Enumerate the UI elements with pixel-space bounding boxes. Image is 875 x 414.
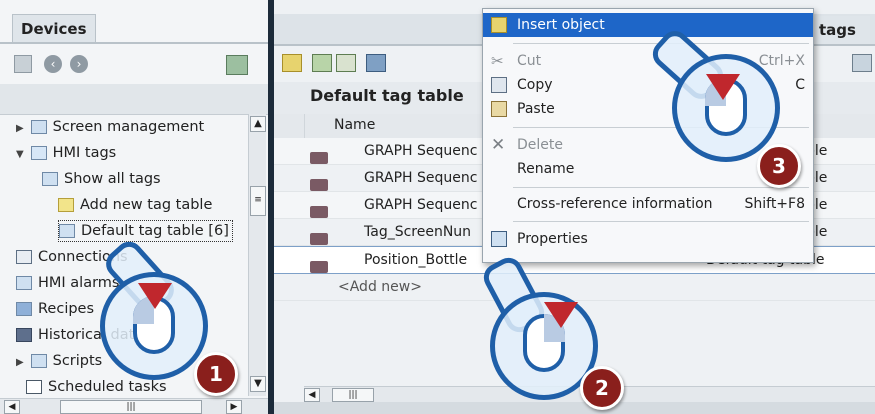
devices-tab[interactable]: Devices [12, 14, 96, 42]
h-scroll-thumb[interactable]: ||| [332, 388, 374, 402]
tree-item-default-tag-table[interactable]: Default tag table [6] [0, 218, 248, 244]
tag-name-cell[interactable]: GRAPH Sequenc [364, 138, 477, 164]
scroll-right-arrow-icon[interactable]: ▶ [226, 400, 242, 414]
menu-shortcut: Ctrl+X [758, 53, 805, 69]
scroll-up-arrow-icon[interactable]: ▲ [250, 116, 266, 132]
tree-item-hmi-tags[interactable]: ▼ HMI tags [0, 140, 248, 166]
tree-vertical-scrollbar[interactable]: ▲ ≡ ▼ [248, 114, 266, 396]
menu-item-properties[interactable]: Properties [483, 227, 813, 251]
tree-item-add-new-tag-table[interactable]: Add new tag table [0, 192, 248, 218]
recipes-icon [16, 302, 32, 316]
collapse-arrow-icon[interactable]: ▼ [16, 142, 26, 168]
table-title: Default tag table [310, 86, 464, 105]
connections-icon [16, 250, 32, 264]
menu-shortcut: C [795, 77, 805, 93]
menu-separator [513, 187, 809, 188]
tree-label: Show all tags [64, 171, 161, 187]
tree-label: Add new tag table [80, 197, 213, 213]
view-options-icon[interactable] [852, 54, 872, 72]
menu-label: Cut [517, 53, 542, 69]
tree-item-show-all-tags[interactable]: Show all tags [0, 166, 248, 192]
h-scroll-thumb[interactable]: ||| [60, 400, 202, 414]
insert-object-icon [491, 17, 507, 33]
menu-item-insert-object[interactable]: Insert object [483, 13, 813, 37]
insert-row-icon[interactable] [312, 54, 332, 72]
details-bar [274, 402, 875, 414]
scroll-down-arrow-icon[interactable]: ▼ [250, 376, 266, 392]
click-arrow-icon [138, 283, 172, 309]
screen-management-icon [30, 120, 47, 134]
historical-data-icon [16, 328, 32, 342]
new-item-icon[interactable] [14, 55, 32, 73]
tree-label: HMI tags [52, 145, 117, 161]
scissors-icon: ✂ [491, 52, 504, 70]
scheduled-tasks-icon [26, 380, 42, 394]
toolbar-strip [0, 84, 268, 115]
tag-table-icon [59, 224, 75, 238]
scroll-left-arrow-icon[interactable]: ◀ [4, 400, 20, 414]
menu-label: Insert object [517, 17, 605, 33]
menu-label: Paste [517, 101, 555, 117]
tag-name-cell[interactable]: GRAPH Sequenc [364, 192, 477, 218]
show-all-tags-icon [42, 172, 58, 186]
menu-label: Copy [517, 77, 553, 93]
tree-label: Recipes [38, 301, 95, 317]
hmi-alarms-icon [16, 276, 32, 290]
menu-label: Delete [517, 137, 563, 153]
copy-icon [491, 77, 507, 93]
step-badge: 3 [757, 144, 801, 188]
expand-arrow-icon[interactable]: ▶ [16, 116, 26, 142]
tree-item-screen-management[interactable]: ▶ Screen management [0, 114, 248, 140]
export-icon[interactable] [226, 55, 248, 75]
scroll-left-arrow-icon[interactable]: ◀ [304, 388, 320, 402]
tag-name-cell[interactable]: GRAPH Sequenc [364, 165, 477, 191]
paste-icon [491, 101, 507, 117]
forward-icon[interactable]: › [70, 55, 88, 73]
menu-item-cross-reference[interactable]: Cross-reference information Shift+F8 [483, 192, 813, 216]
tree-label: Scripts [52, 353, 103, 369]
delete-x-icon: ✕ [491, 135, 506, 155]
tree-label: HMI alarms [38, 275, 120, 291]
add-object-icon[interactable] [282, 54, 302, 72]
add-new-cell[interactable]: <Add new> [338, 274, 422, 300]
menu-label: Rename [517, 161, 575, 177]
menu-shortcut: Shift+F8 [744, 196, 805, 212]
tree-label: Screen management [52, 119, 205, 135]
click-arrow-icon [706, 74, 740, 100]
tag-name-cell[interactable]: Position_Bottle [364, 247, 467, 273]
tab-divider [0, 42, 268, 44]
expand-arrow-icon[interactable]: ▶ [16, 350, 26, 376]
tree-horizontal-scrollbar[interactable]: ◀ ||| ▶ [0, 398, 268, 414]
hmi-tags-folder-icon [30, 146, 47, 160]
column-name-header[interactable]: Name [334, 117, 375, 133]
scroll-thumb[interactable]: ≡ [250, 186, 266, 216]
step-badge: 2 [580, 366, 624, 410]
add-tag-table-icon [58, 198, 74, 212]
tag-name-cell[interactable]: Tag_ScreenNun [364, 219, 471, 245]
step-badge: 1 [194, 352, 238, 396]
properties-icon [491, 231, 507, 247]
add-row-icon[interactable] [336, 54, 356, 72]
back-icon[interactable]: ‹ [44, 55, 62, 73]
menu-label: Properties [517, 231, 588, 247]
add-new-row[interactable]: <Add new> [274, 274, 875, 301]
tree-label: Scheduled tasks [48, 379, 167, 395]
export-table-icon[interactable] [366, 54, 386, 72]
tab-tags[interactable]: tags [810, 16, 870, 44]
scripts-icon [30, 354, 47, 368]
menu-label: Cross-reference information [517, 196, 713, 212]
tree-label: Default tag table [6] [81, 223, 229, 239]
click-arrow-icon [544, 302, 578, 328]
menu-separator [513, 221, 809, 222]
